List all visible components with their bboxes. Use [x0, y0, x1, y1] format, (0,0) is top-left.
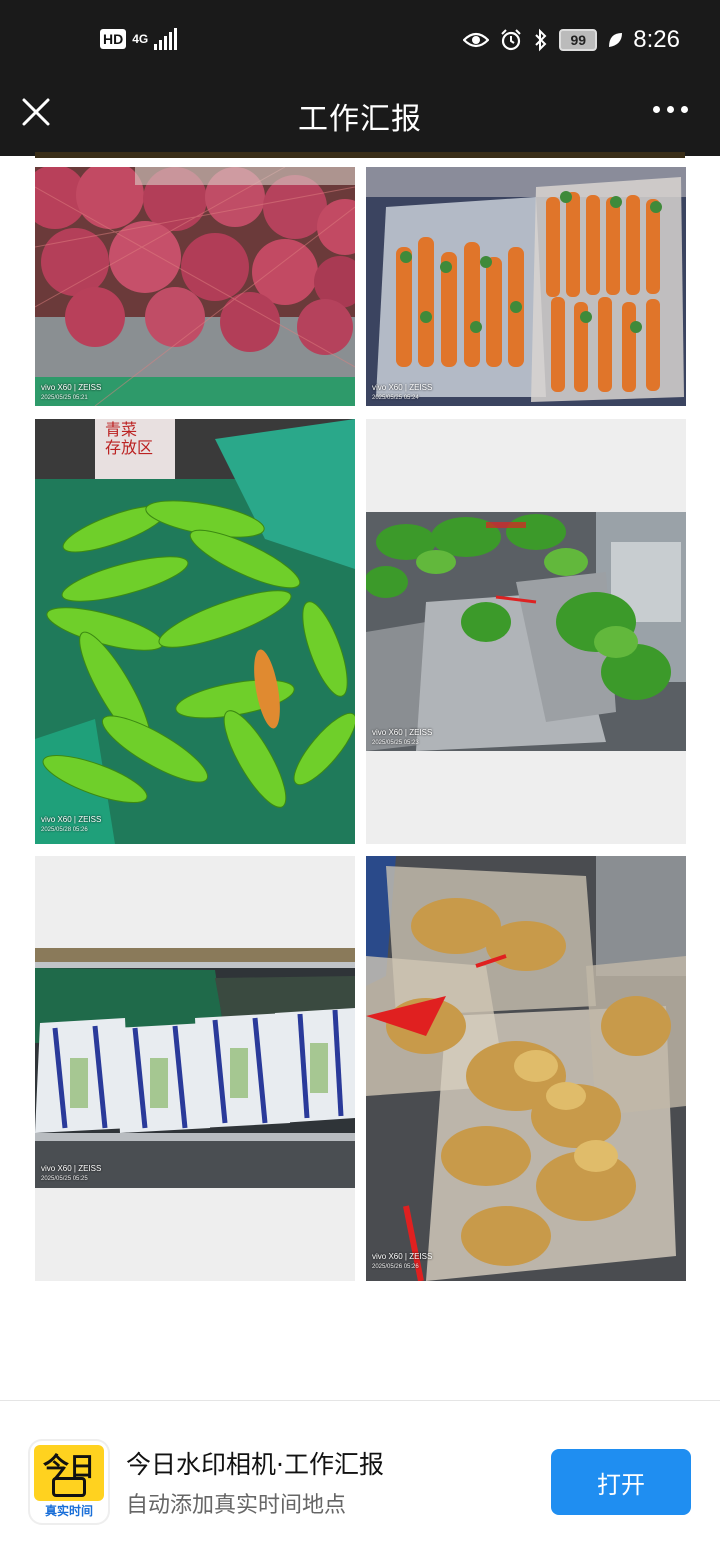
watermark-time: 2025/05/28 05:26: [41, 827, 88, 833]
onion-image: [35, 167, 355, 406]
shelf-image: [35, 948, 355, 1188]
storage-sign: 青菜 存放区: [105, 420, 154, 457]
pepper-image: [35, 419, 355, 844]
ginger-image: [366, 856, 686, 1281]
page: HD 4G 99 8:26 工作汇报 vivo X60 | ZEISS 2025…: [0, 0, 720, 1560]
watermark-camera: vivo X60 | ZEISS: [41, 383, 102, 392]
status-left: HD 4G: [100, 28, 178, 50]
watermark-time: 2025/05/25 05:23: [372, 740, 419, 746]
app-logo[interactable]: 今日 真实时间: [30, 1441, 108, 1523]
status-bar: HD 4G 99 8:26: [0, 0, 720, 84]
watermark: vivo X60 | ZEISS 2025/05/25 05:24: [372, 383, 432, 403]
watermark-time: 2025/05/26 05:26: [372, 1264, 419, 1270]
watermark-camera: vivo X60 | ZEISS: [41, 1164, 102, 1173]
watermark: vivo X60 | ZEISS 2025/05/25 05:25: [41, 1164, 101, 1184]
signal-icon: [154, 28, 178, 50]
bluetooth-icon: [535, 28, 547, 52]
carrot-image: [366, 167, 686, 406]
watermark: vivo X60 | ZEISS 2025/05/25 05:21: [41, 383, 101, 403]
battery-icon: 99: [559, 29, 598, 51]
photo-shelf[interactable]: vivo X60 | ZEISS 2025/05/25 05:25: [35, 856, 355, 1281]
photo-carrots[interactable]: vivo X60 | ZEISS 2025/05/25 05:24: [366, 167, 686, 406]
watermark-camera: vivo X60 | ZEISS: [41, 815, 102, 824]
watermark-time: 2025/05/25 05:21: [41, 395, 88, 401]
watermark-camera: vivo X60 | ZEISS: [372, 1252, 433, 1261]
logo-subtext: 真实时间: [44, 1504, 93, 1518]
open-app-button[interactable]: 打开: [551, 1449, 691, 1515]
watermark: vivo X60 | ZEISS 2025/05/26 05:26: [372, 1252, 432, 1272]
watermark-camera: vivo X60 | ZEISS: [372, 383, 433, 392]
camera-icon: [52, 1477, 86, 1497]
photo-onions[interactable]: vivo X60 | ZEISS 2025/05/25 05:21: [35, 167, 355, 406]
watermark-time: 2025/05/25 05:24: [372, 395, 419, 401]
watermark: vivo X60 | ZEISS 2025/05/25 05:23: [372, 728, 432, 748]
watermark: vivo X60 | ZEISS 2025/05/28 05:26: [41, 815, 101, 835]
banner-subtitle: 自动添加真实时间地点: [126, 1493, 347, 1518]
photo-ginger[interactable]: vivo X60 | ZEISS 2025/05/26 05:26: [366, 856, 686, 1281]
nav-bar: 工作汇报: [0, 84, 720, 156]
banner-title: 今日水印相机·工作汇报: [126, 1450, 384, 1479]
greens-image: [366, 512, 686, 751]
leaf-icon: [609, 33, 623, 47]
network-type: 4G: [132, 32, 149, 46]
page-title: 工作汇报: [298, 102, 422, 137]
scroll-edge: [35, 152, 685, 158]
more-menu-icon[interactable]: [653, 106, 688, 113]
alarm-icon: [501, 29, 521, 51]
clock: 8:26: [633, 26, 680, 53]
photo-peppers[interactable]: 青菜 存放区 vivo X60 | ZEISS 2025/05/28 05:26: [35, 419, 355, 844]
eye-icon: [463, 32, 490, 48]
watermark-time: 2025/05/25 05:25: [41, 1176, 88, 1182]
watermark-camera: vivo X60 | ZEISS: [372, 728, 433, 737]
hd-badge: HD: [100, 29, 127, 49]
status-right: 99 8:26: [463, 26, 680, 54]
app-download-banner: 今日 真实时间 今日水印相机·工作汇报 自动添加真实时间地点 打开: [0, 1400, 720, 1560]
battery-level: 99: [570, 32, 587, 48]
photo-greens[interactable]: vivo X60 | ZEISS 2025/05/25 05:23: [366, 419, 686, 844]
